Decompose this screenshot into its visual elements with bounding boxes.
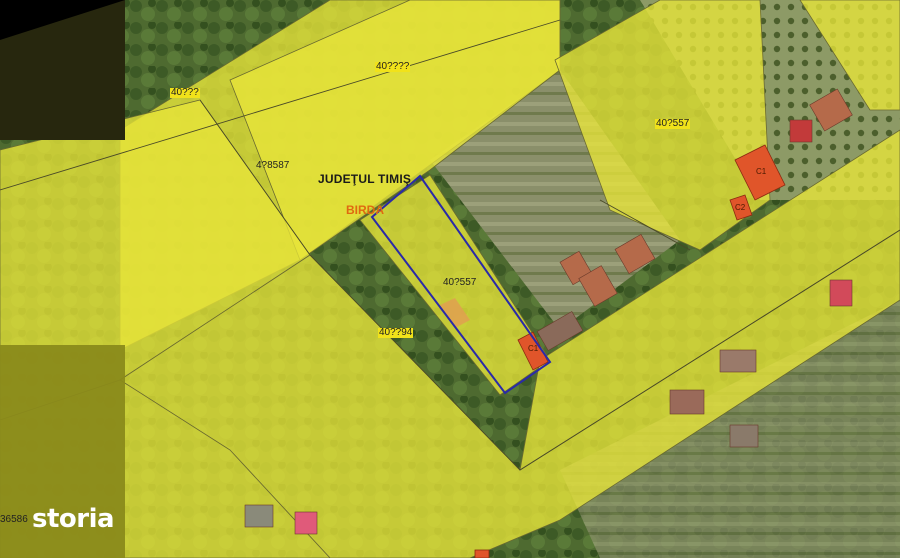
parcel-label-right-top[interactable]: 40?557 — [655, 119, 691, 129]
parcel-label-left-big[interactable]: 4?8587 — [256, 160, 289, 171]
building-label-c1-right[interactable]: C1 — [756, 167, 766, 176]
building-bottom-small — [474, 549, 490, 558]
parcel-label-top-mid[interactable]: 40???? — [375, 62, 411, 72]
parcel-label-selected[interactable]: 40?557 — [443, 277, 476, 288]
county-label: JUDEŢUL TIMIŞ — [318, 172, 412, 186]
parcel-label-top-left[interactable]: 40??? — [170, 88, 200, 98]
parcel-label-bottom-left[interactable]: 36586 — [0, 514, 28, 525]
town-label: BIRDA — [346, 203, 384, 217]
storia-watermark-logo: storia — [32, 504, 115, 534]
building-label-c2-right[interactable]: C2 — [735, 203, 745, 212]
parcel-label-road-mid[interactable]: 40??94 — [378, 328, 414, 338]
building-label-c1-selected[interactable]: C1 — [528, 344, 538, 353]
cadastral-map[interactable]: 40??? 40???? 4?8587 40?557 40?557 40??94… — [0, 0, 900, 558]
